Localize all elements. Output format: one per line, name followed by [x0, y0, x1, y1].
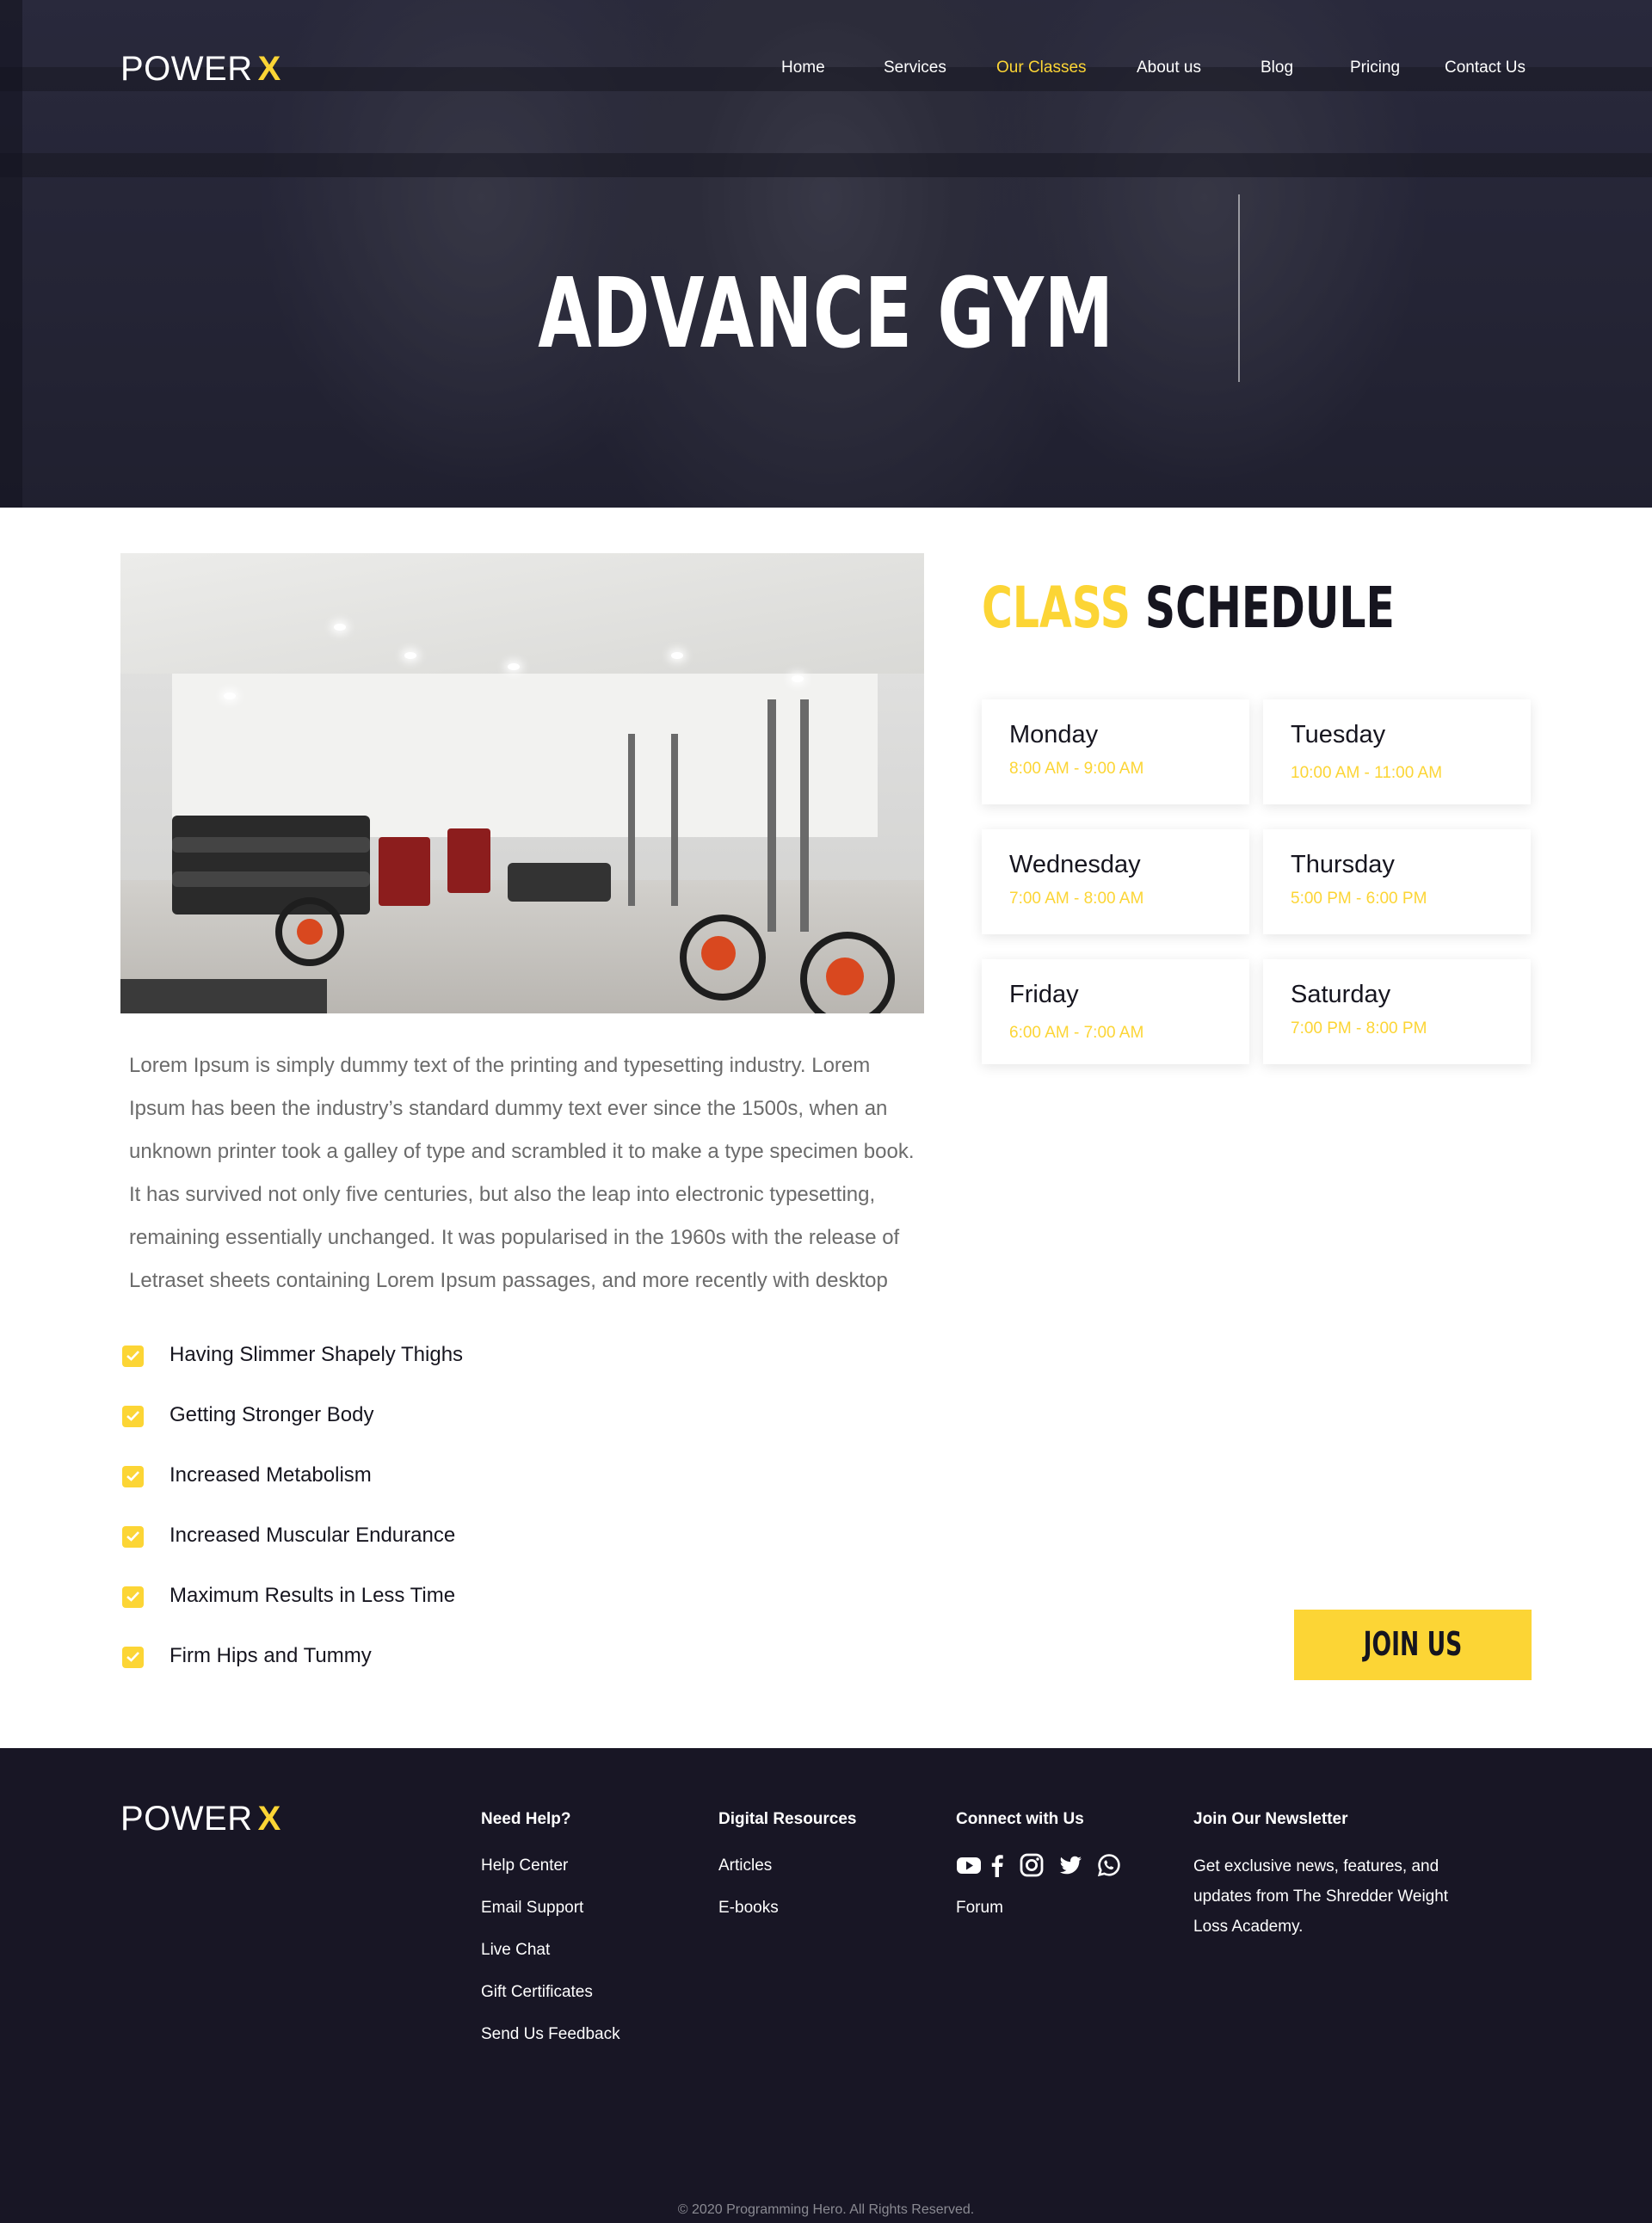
footer-link-send-feedback[interactable]: Send Us Feedback: [481, 2025, 620, 2044]
benefit-label: Firm Hips and Tummy: [170, 1644, 372, 1667]
schedule-title: CLASS SCHEDULE: [982, 575, 1395, 641]
nav-home[interactable]: Home: [781, 58, 825, 77]
schedule-time: 7:00 PM - 8:00 PM: [1291, 1019, 1427, 1038]
footer-heading-digital-resources: Digital Resources: [718, 1810, 857, 1828]
schedule-time: 7:00 AM - 8:00 AM: [1009, 890, 1144, 908]
footer-link-gift-certificates[interactable]: Gift Certificates: [481, 1983, 593, 2002]
copyright: © 2020 Programming Hero. All Rights Rese…: [677, 2202, 975, 2217]
about-paragraph: Lorem Ipsum is simply dummy text of the …: [129, 1054, 915, 1292]
schedule-day: Tuesday: [1291, 721, 1386, 748]
schedule-time: 10:00 AM - 11:00 AM: [1291, 764, 1443, 782]
footer-heading-need-help: Need Help?: [481, 1810, 571, 1828]
footer-link-help-center[interactable]: Help Center: [481, 1857, 568, 1875]
schedule-day: Monday: [1009, 721, 1099, 748]
schedule-card-wednesday: Wednesday 7:00 AM - 8:00 AM: [982, 829, 1249, 934]
checkbox-checked-icon: [122, 1466, 144, 1487]
footer-heading-newsletter: Join Our Newsletter: [1193, 1810, 1348, 1828]
nav-pricing[interactable]: Pricing: [1350, 58, 1400, 77]
join-us-label: JOIN US: [1363, 1625, 1463, 1663]
schedule-day: Friday: [1009, 981, 1079, 1008]
schedule-card-monday: Monday 8:00 AM - 9:00 AM: [982, 699, 1249, 804]
footer-link-ebooks[interactable]: E-books: [718, 1899, 779, 1918]
facebook-icon[interactable]: [989, 1852, 1005, 1878]
nav-contact-us[interactable]: Contact Us: [1445, 58, 1526, 77]
nav-blog[interactable]: Blog: [1261, 58, 1293, 77]
schedule-card-friday: Friday 6:00 AM - 7:00 AM: [982, 959, 1249, 1064]
footer: POWER X Need Help? Help Center Email Supp…: [0, 1748, 1652, 2223]
hero-banner: POWER X Home Services Our Classes About u…: [0, 0, 1652, 508]
nav-services[interactable]: Services: [884, 58, 946, 77]
schedule-time: 8:00 AM - 9:00 AM: [1009, 760, 1144, 778]
youtube-icon[interactable]: [956, 1852, 982, 1878]
footer-link-articles[interactable]: Articles: [718, 1857, 772, 1875]
checkbox-checked-icon: [122, 1346, 144, 1367]
schedule-time: 5:00 PM - 6:00 PM: [1291, 890, 1427, 908]
checkbox-checked-icon: [122, 1586, 144, 1608]
schedule-day: Wednesday: [1009, 851, 1141, 878]
instagram-icon[interactable]: [1019, 1852, 1045, 1878]
hero-title: ADVANCE GYM: [538, 258, 1114, 370]
benefit-label: Maximum Results in Less Time: [170, 1584, 456, 1607]
schedule-day: Saturday: [1291, 981, 1391, 1008]
footer-link-email-support[interactable]: Email Support: [481, 1899, 583, 1918]
hero-divider: [1238, 194, 1240, 382]
nav-our-classes[interactable]: Our Classes: [996, 58, 1087, 77]
nav-about-us[interactable]: About us: [1137, 58, 1201, 77]
benefit-label: Increased Muscular Endurance: [170, 1524, 456, 1547]
footer-heading-connect: Connect with Us: [956, 1810, 1084, 1828]
checkbox-checked-icon: [122, 1526, 144, 1548]
twitter-icon[interactable]: [1057, 1852, 1083, 1878]
schedule-title-rest: SCHEDULE: [1144, 575, 1395, 641]
schedule-card-saturday: Saturday 7:00 PM - 8:00 PM: [1263, 959, 1531, 1064]
schedule-card-tuesday: Tuesday 10:00 AM - 11:00 AM: [1263, 699, 1531, 804]
schedule-title-accent: CLASS: [982, 575, 1131, 641]
footer-link-forum[interactable]: Forum: [956, 1899, 1003, 1918]
schedule-card-thursday: Thursday 5:00 PM - 6:00 PM: [1263, 829, 1531, 934]
checkbox-checked-icon: [122, 1647, 144, 1668]
whatsapp-icon[interactable]: [1096, 1852, 1122, 1878]
benefit-label: Getting Stronger Body: [170, 1403, 374, 1426]
benefit-label: Increased Metabolism: [170, 1463, 372, 1487]
brand-mark: X: [257, 1800, 281, 1838]
newsletter-description: Get exclusive news, features, and update…: [1193, 1857, 1449, 1936]
join-us-button[interactable]: JOIN US: [1294, 1610, 1532, 1680]
footer-brand-logo[interactable]: POWER X: [120, 1800, 281, 1838]
brand-name: POWER: [120, 1800, 253, 1838]
benefit-label: Having Slimmer Shapely Thighs: [170, 1343, 464, 1366]
main-nav: Home Services Our Classes About us Blog …: [0, 58, 1652, 84]
schedule-time: 6:00 AM - 7:00 AM: [1009, 1024, 1144, 1042]
footer-link-live-chat[interactable]: Live Chat: [481, 1941, 550, 1960]
schedule-day: Thursday: [1291, 851, 1395, 878]
gym-interior-photo: [120, 553, 924, 1013]
checkbox-checked-icon: [122, 1406, 144, 1427]
